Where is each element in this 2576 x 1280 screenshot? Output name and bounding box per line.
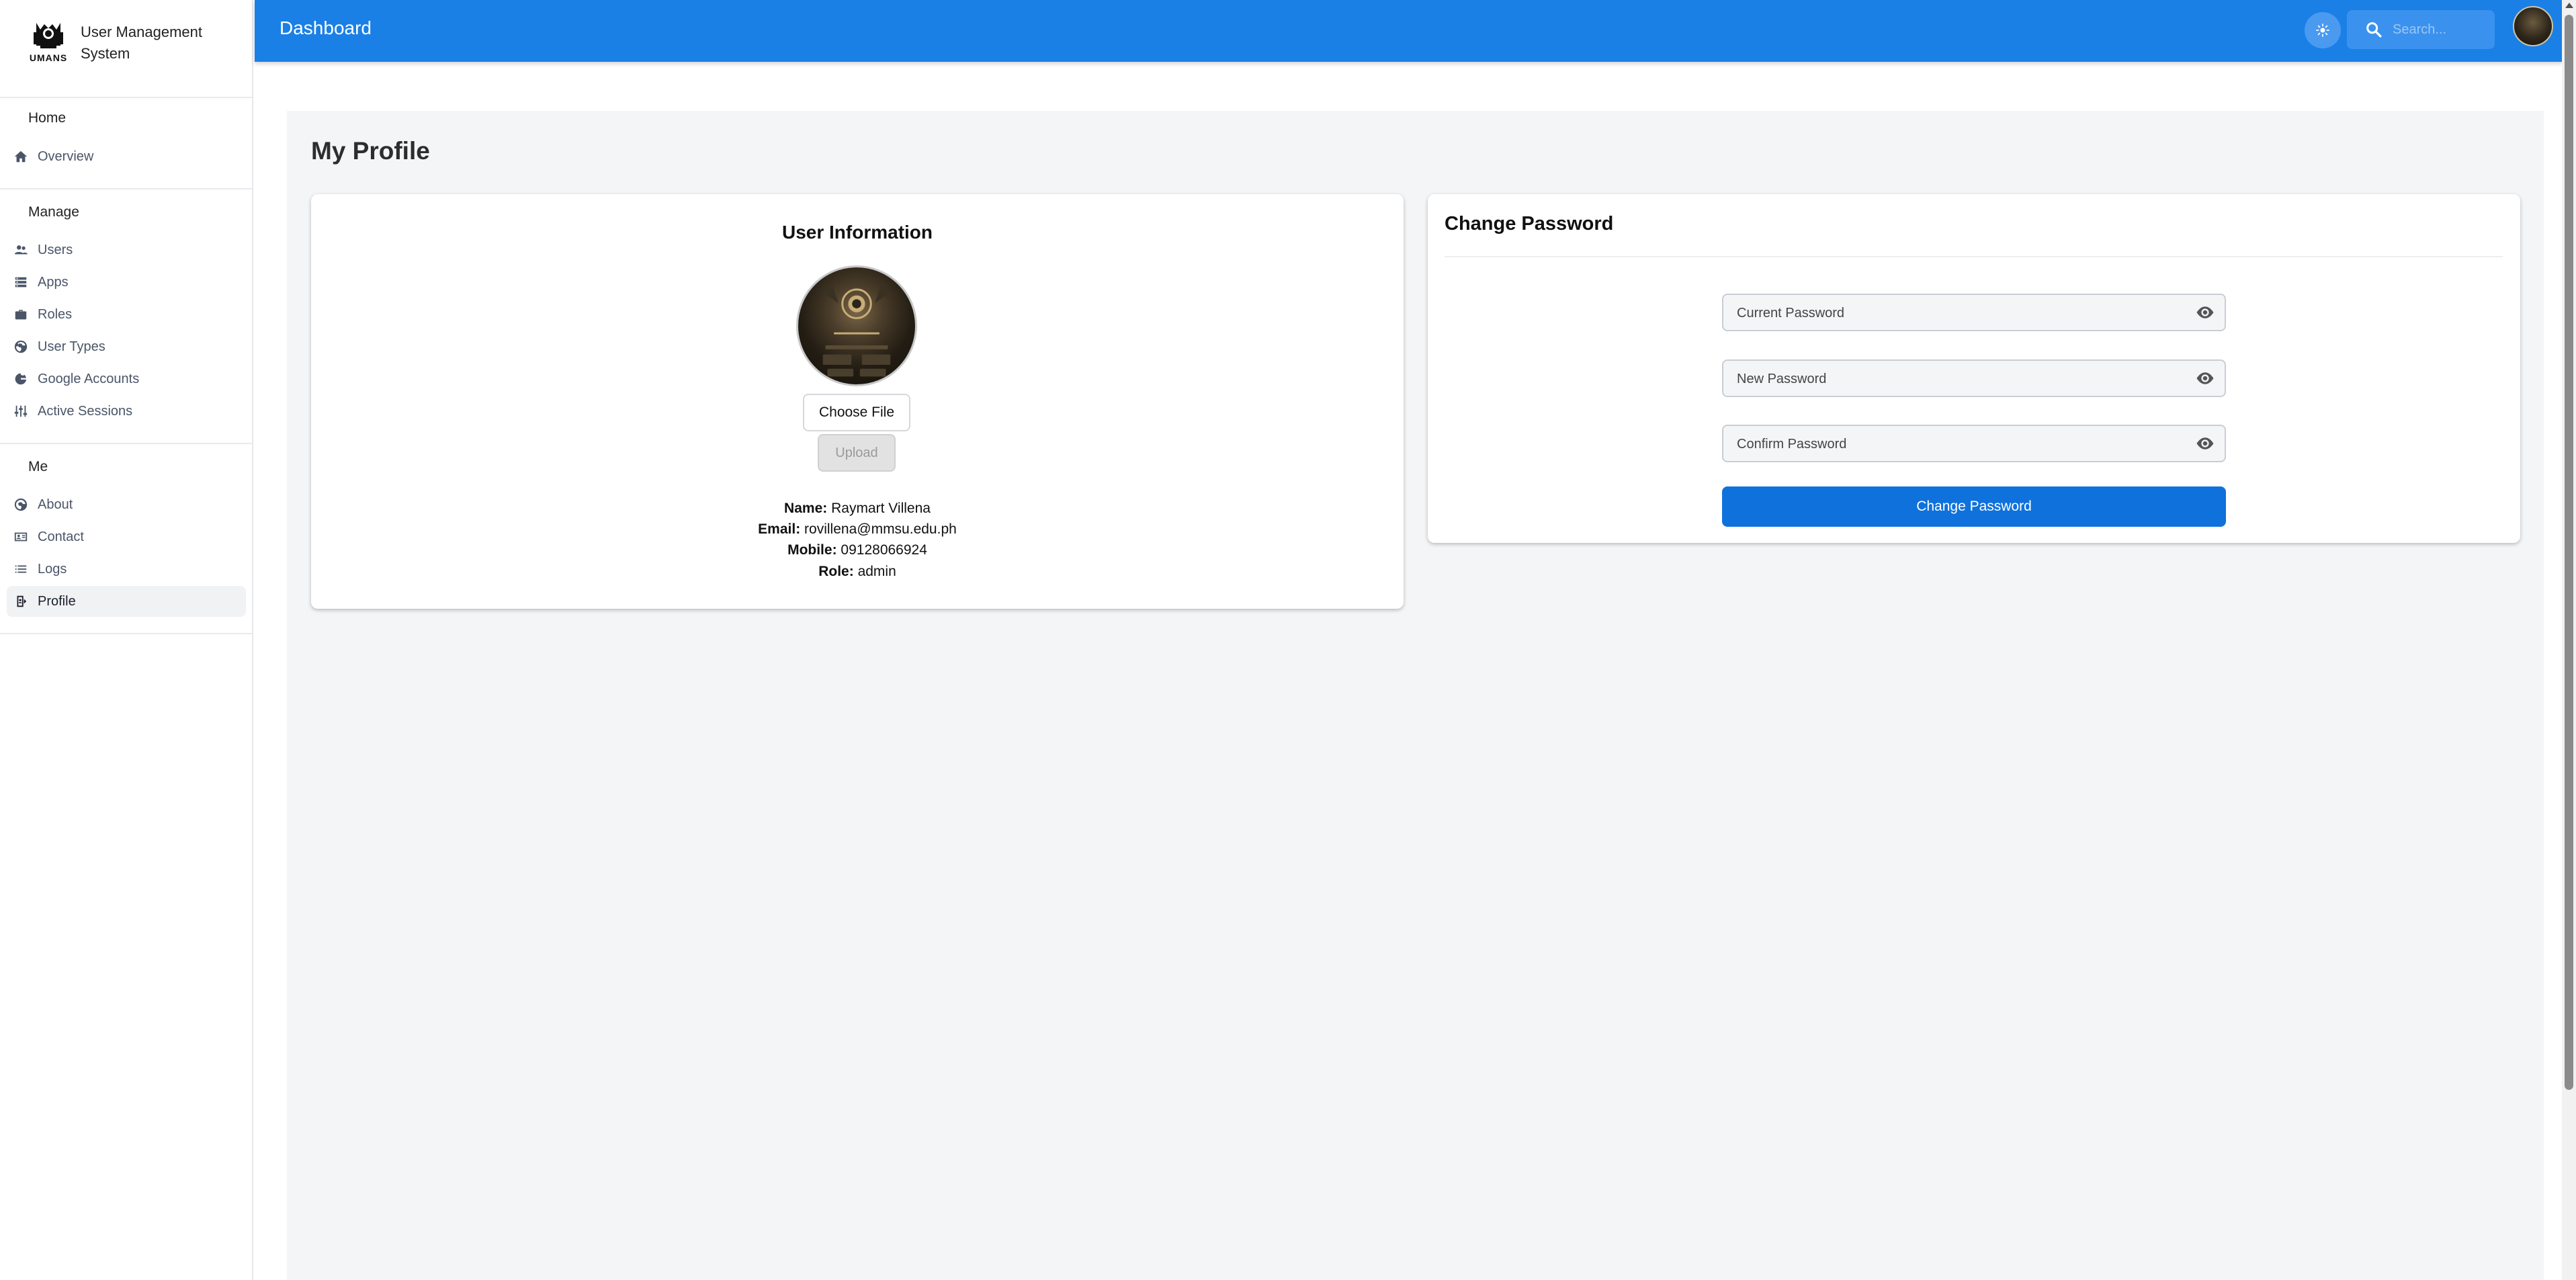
mobile-label: Mobile: [787, 542, 837, 558]
globe-icon [13, 339, 28, 354]
sun-icon [2316, 24, 2329, 37]
current-password-field[interactable] [1722, 294, 2226, 331]
user-information-card: User Information Choose File Upload Name… [311, 194, 1404, 609]
sidebar-divider [0, 97, 252, 98]
sidebar-item-label: Roles [38, 306, 73, 322]
scrollbar-thumb[interactable] [2565, 15, 2573, 1090]
sidebar-item-label: Active Sessions [38, 403, 133, 419]
section-me: Me [28, 459, 48, 474]
info-role: Role: admin [311, 564, 1404, 580]
search-input[interactable] [2391, 21, 2488, 38]
eye-icon[interactable] [2195, 370, 2215, 386]
section-home: Home [28, 110, 67, 126]
role-label: Role: [818, 564, 854, 579]
list-icon [13, 562, 28, 577]
sidebar-item-contact[interactable]: Contact [7, 521, 246, 552]
sidebar-item-google-accounts[interactable]: Google Accounts [7, 364, 246, 394]
sidebar-divider [0, 188, 252, 189]
theme-toggle-button[interactable] [2305, 12, 2341, 48]
sidebar-item-overview[interactable]: Overview [7, 141, 246, 172]
sidebar-item-logs[interactable]: Logs [7, 554, 246, 585]
mobile-value: 09128066924 [841, 542, 927, 558]
change-password-title: Change Password [1445, 213, 1614, 234]
sidebar-item-label: About [38, 497, 73, 512]
umans-logo: UMANS [27, 19, 70, 65]
new-password-field[interactable] [1722, 359, 2226, 397]
search-icon [2366, 22, 2382, 38]
sidebar-item-label: User Types [38, 339, 105, 354]
info-icon [13, 497, 28, 512]
home-icon [13, 149, 28, 164]
briefcase-icon [13, 307, 28, 322]
sidebar-item-roles[interactable]: Roles [7, 299, 246, 330]
sidebar-item-label: Google Accounts [38, 371, 140, 386]
sidebar-item-about[interactable]: About [7, 489, 246, 520]
name-label: Name: [784, 501, 828, 516]
sidebar-divider [0, 443, 252, 444]
sidebar-item-label: Users [38, 242, 73, 257]
sidebar-item-label: Logs [38, 561, 67, 577]
new-password-input[interactable] [1723, 361, 2182, 397]
search-box[interactable] [2347, 10, 2495, 49]
role-value: admin [857, 564, 896, 579]
change-password-button[interactable]: Change Password [1722, 486, 2226, 527]
current-password-input[interactable] [1723, 295, 2182, 331]
sidebar-item-apps[interactable]: Apps [7, 267, 246, 298]
sidebar-item-user-types[interactable]: User Types [7, 331, 246, 362]
scroll-up-arrow[interactable] [2565, 3, 2573, 8]
users-icon [13, 243, 28, 257]
card-divider [1445, 256, 2503, 257]
sidebar-item-profile[interactable]: Profile [7, 586, 246, 617]
sidebar-divider [0, 633, 252, 634]
sidebar-item-label: Overview [38, 148, 94, 164]
page-title: My Profile [311, 137, 430, 165]
upload-button[interactable]: Upload [818, 434, 896, 472]
sidebar: UMANS User Management System Home Overvi… [0, 0, 253, 1280]
logo-icon [34, 23, 63, 48]
email-label: Email: [758, 521, 801, 537]
google-icon [13, 372, 28, 386]
sidebar-item-active-sessions[interactable]: Active Sessions [7, 396, 246, 427]
section-manage: Manage [28, 204, 79, 220]
top-bar-title: Dashboard [280, 17, 372, 38]
app-title: User Management System [81, 24, 202, 62]
info-mobile: Mobile: 09128066924 [311, 542, 1404, 558]
sliders-icon [13, 404, 28, 419]
confirm-password-field[interactable] [1722, 425, 2226, 462]
profile-picture [796, 265, 917, 386]
profile-icon [13, 594, 28, 609]
name-value: Raymart Villena [831, 501, 931, 516]
confirm-password-input[interactable] [1723, 426, 2182, 462]
info-name: Name: Raymart Villena [311, 501, 1404, 517]
sidebar-item-label: Profile [38, 593, 76, 609]
sidebar-item-users[interactable]: Users [7, 234, 246, 265]
eye-icon[interactable] [2195, 304, 2215, 321]
top-bar: Dashboard [255, 0, 2562, 62]
brand[interactable]: UMANS User Management System [27, 19, 215, 65]
email-value: rovillena@mmsu.edu.ph [804, 521, 957, 537]
contact-card-icon [13, 529, 28, 544]
avatar[interactable] [2513, 6, 2553, 46]
change-password-card: Change Password Change Password [1428, 194, 2520, 543]
profile-image-graphic [822, 280, 891, 377]
choose-file-button[interactable]: Choose File [803, 394, 910, 431]
user-information-title: User Information [781, 222, 933, 243]
info-email: Email: rovillena@mmsu.edu.ph [311, 521, 1404, 538]
sidebar-item-label: Apps [38, 274, 69, 290]
eye-icon[interactable] [2195, 435, 2215, 452]
apps-icon [13, 275, 28, 290]
logo-text: UMANS [29, 52, 68, 63]
sidebar-item-label: Contact [38, 529, 84, 544]
